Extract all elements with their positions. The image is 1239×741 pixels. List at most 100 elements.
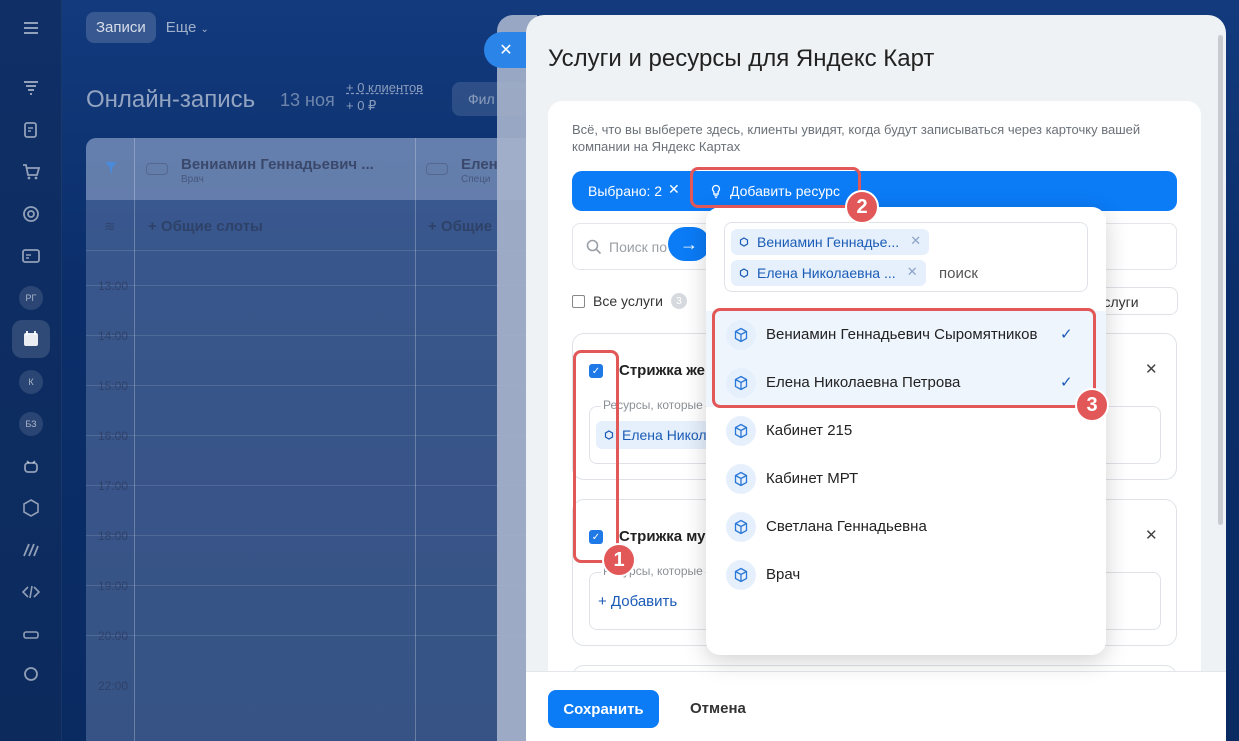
remove-service-icon[interactable]: ✕	[1145, 526, 1158, 544]
time-label: 16:00	[98, 429, 129, 443]
step-number-2: 2	[845, 190, 879, 224]
all-services-toggle[interactable]: Все услуги 3	[572, 293, 687, 309]
tab-more-label: Еще	[165, 19, 197, 36]
option-label: Светлана Геннадьевна	[766, 518, 927, 535]
selected-resource-chip[interactable]: Елена Николаевна ... ✕	[731, 260, 926, 286]
remove-chip-icon[interactable]: ✕	[910, 233, 921, 249]
time-label: 18:00	[98, 529, 129, 543]
time-label: 17:00	[98, 479, 129, 493]
time-label: 20:00	[98, 629, 129, 643]
hour-line	[86, 635, 546, 636]
common-slots-button[interactable]: + Общие слоты	[148, 218, 263, 235]
close-dialog-button[interactable]: ✕	[484, 32, 528, 68]
search-icon	[586, 239, 602, 255]
resource-search-input[interactable]: Вениамин Геннадье... ✕ Елена Николаевна …	[724, 222, 1088, 292]
service-name: Стрижка же	[619, 362, 705, 379]
cube-icon	[726, 416, 756, 446]
add-resource-link[interactable]: + Добавить	[598, 593, 677, 610]
dropdown-option[interactable]: Светлана Геннадьевна	[706, 503, 1106, 551]
rail-badge-bz[interactable]: БЗ	[19, 412, 43, 436]
chip-label: Елена Николаевна ...	[757, 265, 896, 281]
step-number-3: 3	[1075, 388, 1109, 422]
contact-card-icon[interactable]	[19, 244, 43, 268]
step-number-1: 1	[602, 543, 636, 577]
revenue-stat: + 0 ₽	[346, 98, 377, 113]
hour-line	[86, 435, 546, 436]
settings-icon[interactable]	[19, 662, 43, 686]
hour-line	[86, 535, 546, 536]
hour-line	[86, 285, 546, 286]
car-icon[interactable]	[19, 622, 43, 646]
filter-icon[interactable]	[104, 160, 118, 174]
services-count-badge: 3	[670, 293, 687, 309]
hour-line	[86, 485, 546, 486]
clients-stat[interactable]: + 0 клиентов	[346, 80, 423, 95]
arrow-right-button[interactable]: →	[668, 227, 710, 261]
cart-icon[interactable]	[19, 160, 43, 184]
time-label: 22:00	[98, 679, 129, 693]
android-icon[interactable]	[19, 454, 43, 478]
option-label: Кабинет МРТ	[766, 470, 859, 487]
highlight-checkboxes	[573, 350, 619, 563]
selected-count: Выбрано: 2	[588, 183, 663, 199]
service-name: Стрижка му	[619, 528, 706, 545]
tab-more[interactable]: Еще ⌄	[166, 19, 209, 36]
menu-icon[interactable]	[19, 16, 43, 40]
calendar-icon[interactable]	[19, 327, 43, 351]
column-divider	[134, 138, 135, 741]
stripes-icon[interactable]	[19, 538, 43, 562]
rail-badge-k[interactable]: К	[19, 370, 43, 394]
search-placeholder: Поиск по	[609, 239, 668, 255]
dropdown-option[interactable]: Кабинет 215	[706, 407, 1106, 455]
column-divider	[415, 138, 416, 741]
column-name: Елен	[461, 156, 498, 173]
scrollbar[interactable]	[1218, 35, 1223, 525]
dropdown-option[interactable]: Врач	[706, 551, 1106, 599]
highlight-selected-resources	[712, 308, 1096, 408]
dialog-footer: Сохранить Отмена	[526, 671, 1226, 741]
save-button[interactable]: Сохранить	[548, 690, 659, 728]
target-icon[interactable]	[19, 202, 43, 226]
resource-chip-label: Елена Никол	[622, 427, 707, 443]
close-icon: ✕	[499, 42, 513, 59]
panel-description: Всё, что вы выберете здесь, клиенты увид…	[572, 122, 1141, 154]
column-name: Вениамин Геннадьевич ...	[181, 156, 374, 173]
all-services-checkbox[interactable]	[572, 294, 585, 308]
time-label: 15:00	[98, 379, 129, 393]
hour-line	[86, 385, 546, 386]
cube-icon	[726, 464, 756, 494]
chevron-down-icon: ⌄	[200, 24, 209, 35]
cube-icon	[726, 560, 756, 590]
cube-icon	[739, 268, 749, 278]
option-label: Врач	[766, 566, 801, 583]
page-title: Онлайн-запись	[86, 86, 256, 113]
column-role: Специ	[461, 174, 491, 185]
resource-dropdown: Вениамин Геннадье... ✕ Елена Николаевна …	[706, 207, 1106, 655]
remove-service-icon[interactable]: ✕	[1145, 360, 1158, 378]
clear-selection-icon[interactable]: ✕	[668, 181, 680, 198]
cancel-button[interactable]: Отмена	[690, 700, 746, 717]
all-services-label: Все услуги	[593, 293, 663, 309]
document-edit-icon[interactable]	[19, 118, 43, 142]
chip-label: Вениамин Геннадье...	[757, 234, 900, 250]
code-icon[interactable]	[19, 580, 43, 604]
hour-line	[86, 585, 546, 586]
rail-badge-rg[interactable]: РГ	[19, 286, 43, 310]
tab-records[interactable]: Записи	[86, 12, 156, 43]
arrow-right-icon: →	[680, 233, 698, 254]
top-navigation: Записи Еще ⌄	[86, 12, 209, 43]
cube-icon	[726, 512, 756, 542]
dropdown-option[interactable]: Кабинет МРТ	[706, 455, 1106, 503]
cube-icon[interactable]	[19, 496, 43, 520]
cube-icon	[739, 237, 749, 247]
common-slots-button[interactable]: + Общие	[428, 218, 492, 235]
highlight-add-resource	[690, 167, 861, 208]
remove-chip-icon[interactable]: ✕	[907, 264, 918, 280]
selected-resource-chip[interactable]: Вениамин Геннадье... ✕	[731, 229, 930, 255]
funnel-icon[interactable]	[19, 76, 43, 100]
option-label: Кабинет 215	[766, 422, 853, 439]
column-role: Врач	[181, 174, 204, 185]
hour-line	[86, 250, 546, 251]
resource-toggle-icon	[426, 163, 448, 175]
time-label: 19:00	[98, 579, 129, 593]
